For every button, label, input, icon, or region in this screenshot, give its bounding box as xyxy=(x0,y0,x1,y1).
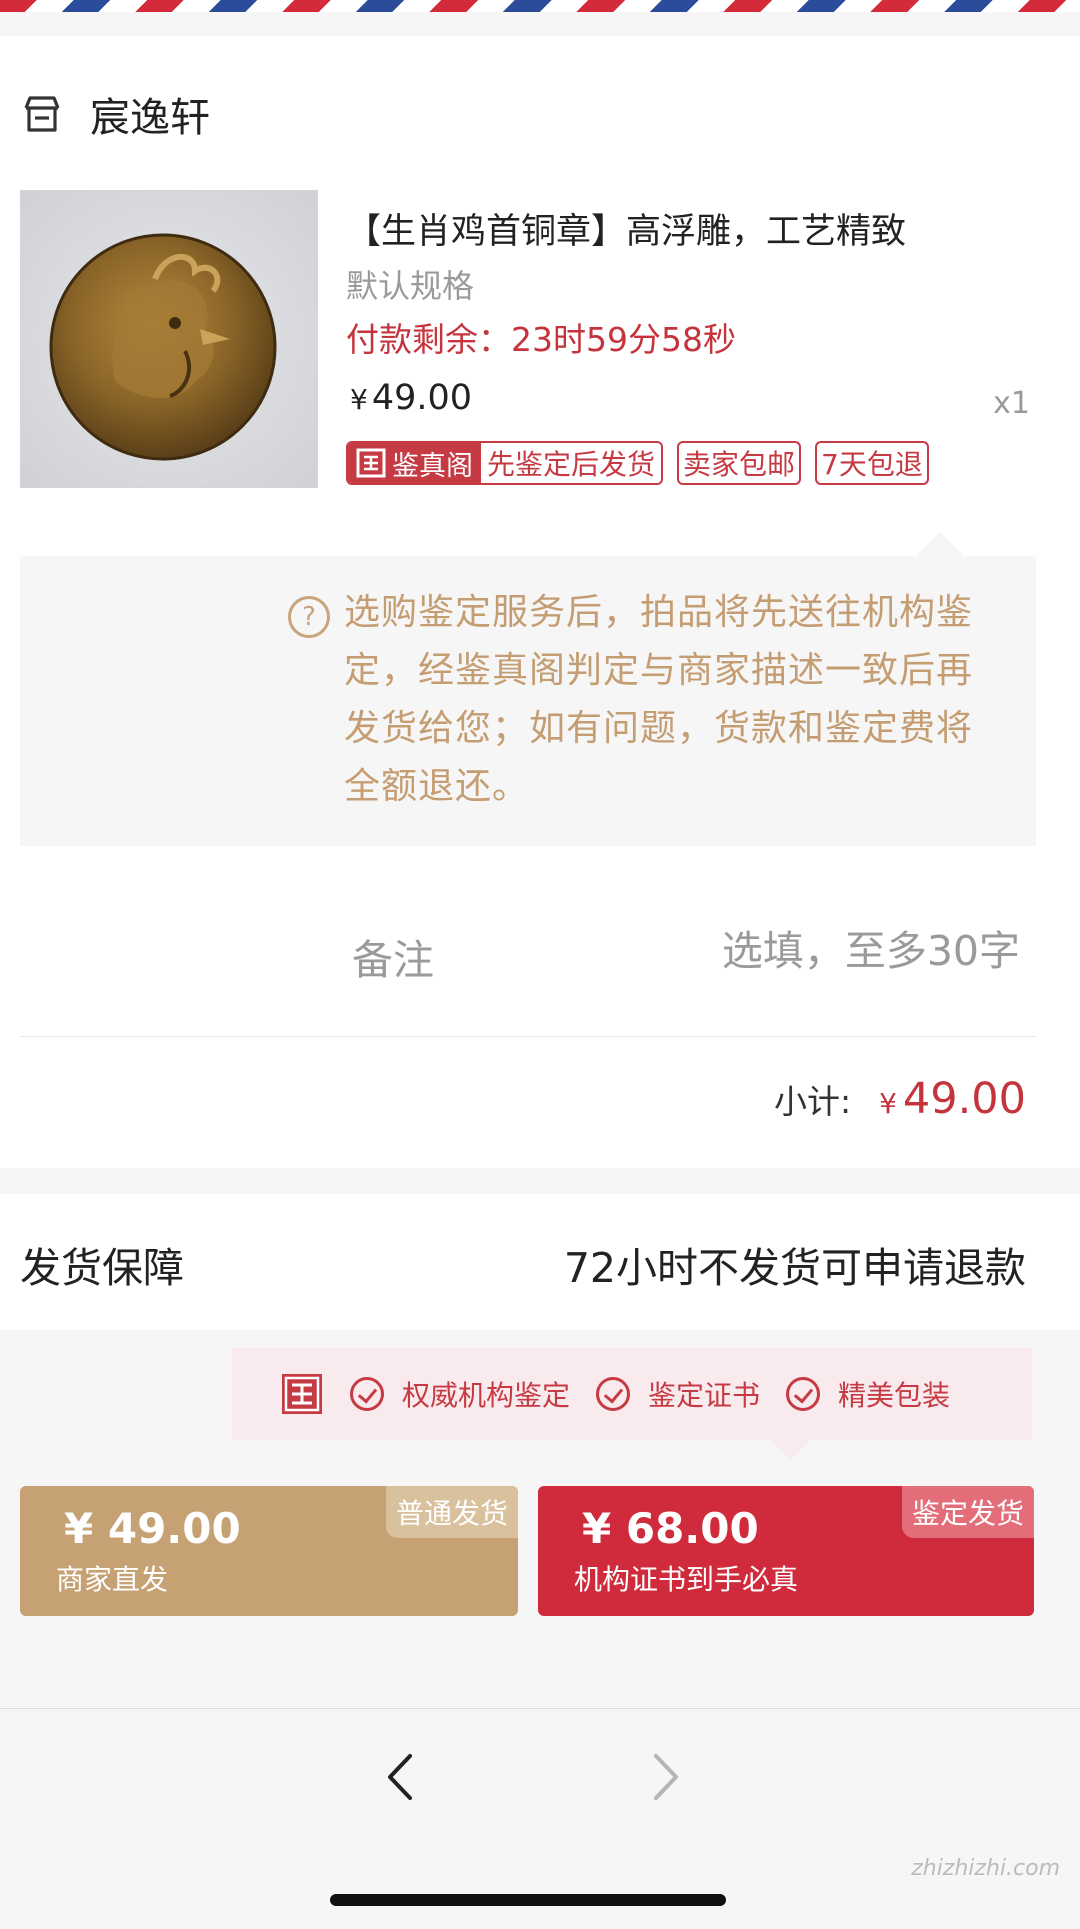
appraisal-brand: 鉴真阁 xyxy=(348,443,481,483)
shop-name: 宸逸轩 xyxy=(90,95,210,141)
jianzhen-seal-icon xyxy=(282,1374,322,1414)
remark-label: 备注 xyxy=(352,936,434,984)
appraisal-notice: ? 选购鉴定服务后，拍品将先送往机构鉴定，经鉴真阁判定与商家描述一致后再发货给您… xyxy=(20,556,1036,846)
shop-header[interactable]: 宸逸轩 xyxy=(20,86,210,142)
subtotal: 小计: ¥ 49.00 xyxy=(774,1074,1026,1124)
appraisal-tag: 鉴真阁 先鉴定后发货 xyxy=(346,441,664,485)
shipping-guarantee-label: 发货保障 xyxy=(20,1244,184,1292)
check-circle-icon xyxy=(350,1377,384,1411)
currency-symbol: ¥ xyxy=(350,383,368,416)
watermark: zhizhizhi.com xyxy=(911,1856,1060,1881)
subtotal-amount: 49.00 xyxy=(902,1074,1026,1124)
normal-price: ¥ 49.00 xyxy=(64,1504,241,1553)
subtotal-currency: ¥ xyxy=(879,1087,897,1120)
normal-shipping-button[interactable]: ¥ 49.00 商家直发 普通发货 xyxy=(20,1486,518,1616)
medal-image xyxy=(49,233,277,461)
product-price: ¥49.00 xyxy=(350,378,472,418)
airmail-border xyxy=(0,0,1080,12)
back-arrow-icon[interactable] xyxy=(380,1752,420,1802)
subtotal-label: 小计: xyxy=(773,1082,852,1121)
top-gap xyxy=(0,12,1080,36)
benefits-pointer xyxy=(770,1440,810,1460)
appraisal-price: ¥ 68.00 xyxy=(582,1504,759,1553)
product-title[interactable]: 【生肖鸡首铜章】高浮雕，工艺精致 xyxy=(346,203,906,254)
appraisal-subtitle: 机构证书到手必真 xyxy=(574,1563,799,1596)
question-icon: ? xyxy=(288,596,330,638)
divider xyxy=(20,1036,1036,1037)
section-gap xyxy=(0,1168,1080,1194)
service-tags: 鉴真阁 先鉴定后发货 卖家包邮 7天包退 xyxy=(346,441,929,485)
benefit-label: 鉴定证书 xyxy=(648,1379,761,1412)
seal-icon xyxy=(356,448,386,478)
benefit-certificate: 鉴定证书 xyxy=(596,1374,760,1414)
store-icon xyxy=(24,96,60,132)
appraisal-brand-label: 鉴真阁 xyxy=(392,450,473,482)
benefit-label: 权威机构鉴定 xyxy=(402,1379,571,1412)
normal-corner-badge: 普通发货 xyxy=(385,1486,518,1538)
payment-countdown: 付款剩余：23时59分58秒 xyxy=(346,320,736,359)
forward-arrow-icon[interactable] xyxy=(646,1752,686,1802)
notice-text: 选购鉴定服务后，拍品将先送往机构鉴定，经鉴真阁判定与商家描述一致后再发货给您；如… xyxy=(344,592,974,807)
benefit-packaging: 精美包装 xyxy=(786,1374,950,1414)
remark-input[interactable] xyxy=(620,918,1020,984)
price-value: 49.00 xyxy=(371,378,473,418)
appraisal-tag-text: 先鉴定后发货 xyxy=(481,443,662,483)
appraisal-benefits-bar: 权威机构鉴定 鉴定证书 精美包装 xyxy=(232,1348,1032,1440)
check-circle-icon xyxy=(596,1377,631,1411)
normal-subtitle: 商家直发 xyxy=(56,1563,169,1596)
appraisal-corner-badge: 鉴定发货 xyxy=(901,1486,1034,1538)
benefit-label: 精美包装 xyxy=(838,1379,951,1412)
product-spec: 默认规格 xyxy=(346,267,475,305)
check-circle-icon xyxy=(786,1377,821,1411)
notice-pointer xyxy=(916,532,964,556)
home-indicator[interactable] xyxy=(330,1894,726,1906)
appraisal-shipping-button[interactable]: ¥ 68.00 机构证书到手必真 鉴定发货 xyxy=(538,1486,1034,1616)
free-shipping-tag: 卖家包邮 xyxy=(677,441,802,485)
return-policy-tag: 7天包退 xyxy=(815,441,929,485)
shipping-guarantee-value: 72小时不发货可申请退款 xyxy=(563,1244,1026,1292)
product-thumbnail[interactable] xyxy=(20,190,318,488)
product-quantity: x1 xyxy=(993,386,1030,421)
benefit-authoritative-appraisal: 权威机构鉴定 xyxy=(350,1374,570,1414)
